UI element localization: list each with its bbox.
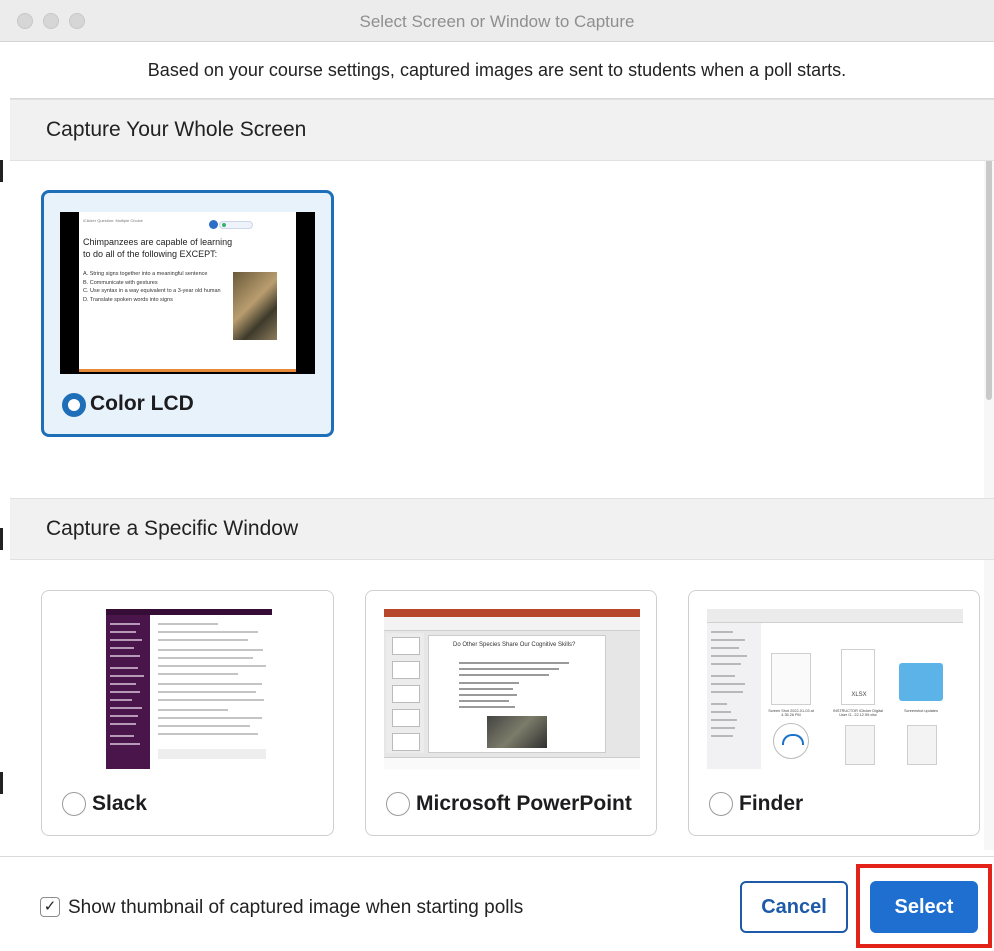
cloud-file-icon xyxy=(773,723,809,759)
screen-option-color-lcd[interactable]: iClicker Question: Multiple Choice Chimp… xyxy=(41,190,334,437)
radio-finder[interactable] xyxy=(709,792,733,816)
slide-option: D. Translate spoken words into signs xyxy=(83,296,173,303)
select-button-highlight xyxy=(856,864,992,948)
window-label: Slack xyxy=(92,792,147,815)
clicker-logo-icon xyxy=(209,220,218,229)
xlsx-file-icon: XLSX xyxy=(841,649,875,705)
cancel-button[interactable]: Cancel xyxy=(740,881,848,933)
scrollbar-thumb[interactable] xyxy=(986,140,992,400)
screen-label: Color LCD xyxy=(90,392,194,415)
slide-option: A. String signs together into a meaningf… xyxy=(83,271,208,277)
window-option-finder[interactable]: Screen Shot 2022-01-03 at 4.35.26 PM XLS… xyxy=(688,590,980,836)
edge-mark xyxy=(0,772,3,794)
finder-sidebar xyxy=(707,623,761,769)
window-option-powerpoint[interactable]: Do Other Species Share Our Cognitive Ski… xyxy=(365,590,657,836)
file-name: Screen Shot 2022-01-03 at 4.35.26 PM xyxy=(768,709,814,717)
slide-question: Chimpanzees are capable of learning to d… xyxy=(83,237,233,259)
edge-mark xyxy=(0,160,3,182)
powerpoint-toolbar xyxy=(384,617,640,631)
radio-color-lcd[interactable] xyxy=(62,393,86,417)
edge-mark xyxy=(0,528,3,550)
window-title: Select Screen or Window to Capture xyxy=(359,12,635,31)
chimpanzee-photo xyxy=(233,272,277,340)
slide-thumbnails xyxy=(386,633,424,753)
folder-icon xyxy=(899,663,943,701)
window-option-slack[interactable]: Slack xyxy=(41,590,334,836)
document-icon xyxy=(907,725,937,765)
section-header-specific-window: Capture a Specific Window xyxy=(10,498,994,560)
section-title: Capture Your Whole Screen xyxy=(46,118,307,141)
file-name: Screenshot updates xyxy=(904,709,938,713)
slide-preview: iClicker Question: Multiple Choice Chimp… xyxy=(79,212,296,372)
show-thumbnail-label: Show thumbnail of captured image when st… xyxy=(68,897,524,918)
powerpoint-ribbon xyxy=(384,609,640,617)
slack-topbar xyxy=(106,609,272,615)
slide-option: C. Use syntax in a way equivalent to a 3… xyxy=(83,288,221,294)
slide-option: B. Communicate with gestures xyxy=(83,279,158,286)
slide-options: A. String signs together into a meaningf… xyxy=(83,270,233,304)
screenshot-file-icon xyxy=(771,653,811,705)
document-icon xyxy=(845,725,875,765)
course-settings-notice: Based on your course settings, captured … xyxy=(147,60,847,80)
slide-accent-bar xyxy=(79,369,296,372)
file-name: INSTRUCTOR iClicker Digital User G...22.… xyxy=(833,709,883,717)
section-title: Capture a Specific Window xyxy=(46,517,299,540)
slide-header: iClicker Question: Multiple Choice xyxy=(83,218,143,223)
window-label: Microsoft PowerPoint xyxy=(416,792,632,815)
section-header-whole-screen: Capture Your Whole Screen xyxy=(10,99,994,161)
slack-sidebar xyxy=(106,609,150,769)
poll-status-pill xyxy=(219,221,253,229)
finder-thumbnail: Screen Shot 2022-01-03 at 4.35.26 PM XLS… xyxy=(707,609,963,769)
slide-photo xyxy=(487,716,547,748)
title-bar: Select Screen or Window to Capture xyxy=(0,0,994,42)
powerpoint-thumbnail: Do Other Species Share Our Cognitive Ski… xyxy=(384,609,640,769)
radio-powerpoint[interactable] xyxy=(386,792,410,816)
show-thumbnail-checkbox[interactable]: ✓ xyxy=(40,897,60,917)
powerpoint-slide: Do Other Species Share Our Cognitive Ski… xyxy=(428,635,606,753)
slide-title: Do Other Species Share Our Cognitive Ski… xyxy=(453,642,576,648)
xlsx-tag: XLSX xyxy=(851,692,867,698)
slack-thumbnail xyxy=(106,609,272,769)
speaker-notes xyxy=(384,757,640,769)
window-label: Finder xyxy=(739,792,804,815)
screen-thumbnail: iClicker Question: Multiple Choice Chimp… xyxy=(60,212,315,374)
finder-toolbar xyxy=(707,609,963,623)
radio-slack[interactable] xyxy=(62,792,86,816)
